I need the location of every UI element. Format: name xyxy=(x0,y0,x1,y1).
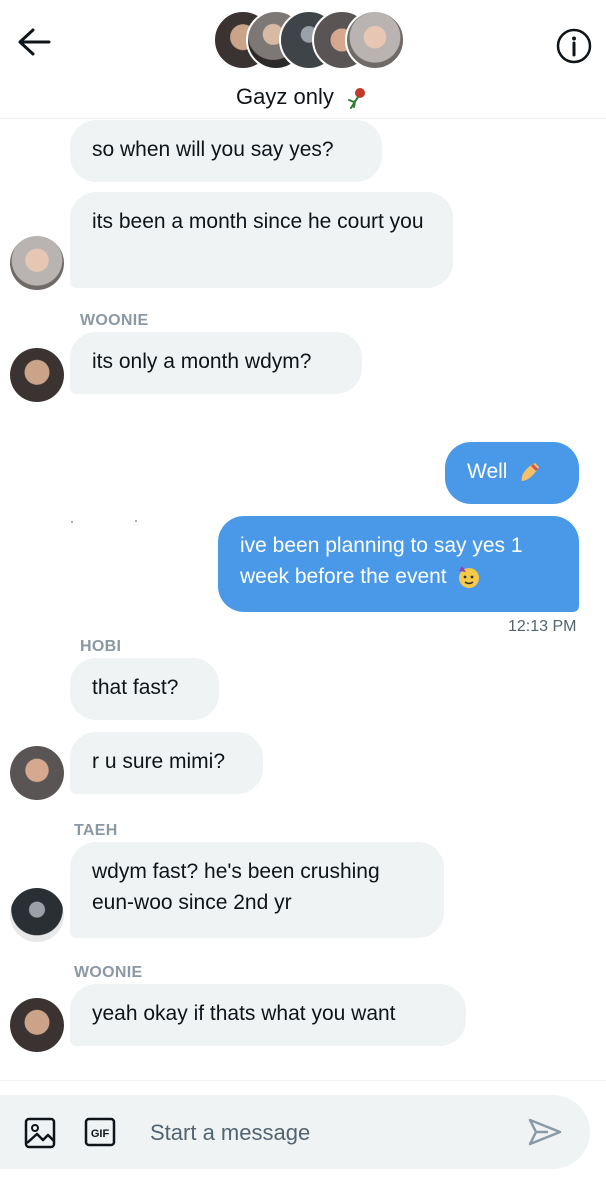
sender-avatar[interactable] xyxy=(10,888,64,942)
message-text: yeah okay if thats what you want xyxy=(92,1002,396,1025)
message-text: its been a month since he court you xyxy=(92,210,424,233)
send-button[interactable] xyxy=(528,1117,562,1147)
sender-name: WOONIE xyxy=(74,964,143,981)
message-bubble[interactable]: its been a month since he court you xyxy=(70,192,453,288)
sender-avatar[interactable] xyxy=(10,998,64,1052)
message-bubble[interactable]: yeah okay if thats what you want xyxy=(70,984,466,1046)
message-text: that fast? xyxy=(92,676,179,699)
message-bubble-own[interactable]: Well xyxy=(445,442,579,504)
message-text: wdym fast? he's been crushing eun-woo si… xyxy=(92,860,380,914)
info-circle-icon xyxy=(556,28,592,64)
message-bubble[interactable]: wdym fast? he's been crushing eun-woo si… xyxy=(70,842,444,938)
group-avatar-5 xyxy=(345,10,405,70)
message-input[interactable]: Start a message xyxy=(150,1115,510,1151)
add-image-button[interactable] xyxy=(24,1117,56,1149)
partying-face-emoji-icon xyxy=(459,566,480,589)
sender-name: HOBI xyxy=(80,638,122,655)
conversation-title-text: Gayz only xyxy=(236,84,334,109)
message-bubble[interactable]: r u sure mimi? xyxy=(70,732,263,794)
message-bubble[interactable]: so when will you say yes? xyxy=(70,120,382,182)
sender-avatar[interactable] xyxy=(10,746,64,800)
add-gif-button[interactable]: GIF xyxy=(84,1117,116,1147)
message-text: r u sure mimi? xyxy=(92,750,226,773)
conversation-title: Gayz only xyxy=(0,84,606,110)
message-bubble[interactable]: its only a month wdym? xyxy=(70,332,362,394)
rose-icon xyxy=(347,88,365,110)
send-icon xyxy=(528,1118,562,1146)
message-timestamp: 12:13 PM xyxy=(508,618,577,635)
message-bubble[interactable]: that fast? xyxy=(70,658,219,720)
sender-avatar[interactable] xyxy=(10,348,64,402)
message-composer-bar: GIF Start a message xyxy=(0,1080,606,1201)
nail-polish-emoji-icon xyxy=(521,463,540,482)
gif-label: GIF xyxy=(91,1128,110,1140)
arrow-left-icon xyxy=(18,28,51,56)
conversation-info-button[interactable] xyxy=(554,26,594,66)
message-composer: GIF Start a message xyxy=(0,1095,590,1169)
message-list[interactable]: so when will you say yes? its been a mon… xyxy=(0,118,606,1078)
divider-dots xyxy=(71,520,137,523)
conversation-header: Gayz only xyxy=(0,0,606,119)
message-text: Well xyxy=(467,460,508,483)
gif-icon: GIF xyxy=(84,1117,116,1147)
sender-name: TAEH xyxy=(74,822,118,839)
sender-name: WOONIE xyxy=(80,312,149,329)
message-text: so when will you say yes? xyxy=(92,138,334,161)
image-icon xyxy=(24,1117,56,1149)
message-text: its only a month wdym? xyxy=(92,350,312,373)
message-bubble-own[interactable]: ive been planning to say yes 1 week befo… xyxy=(218,516,579,612)
group-avatars[interactable] xyxy=(213,10,405,72)
back-button[interactable] xyxy=(14,22,54,62)
sender-avatar[interactable] xyxy=(10,236,64,290)
